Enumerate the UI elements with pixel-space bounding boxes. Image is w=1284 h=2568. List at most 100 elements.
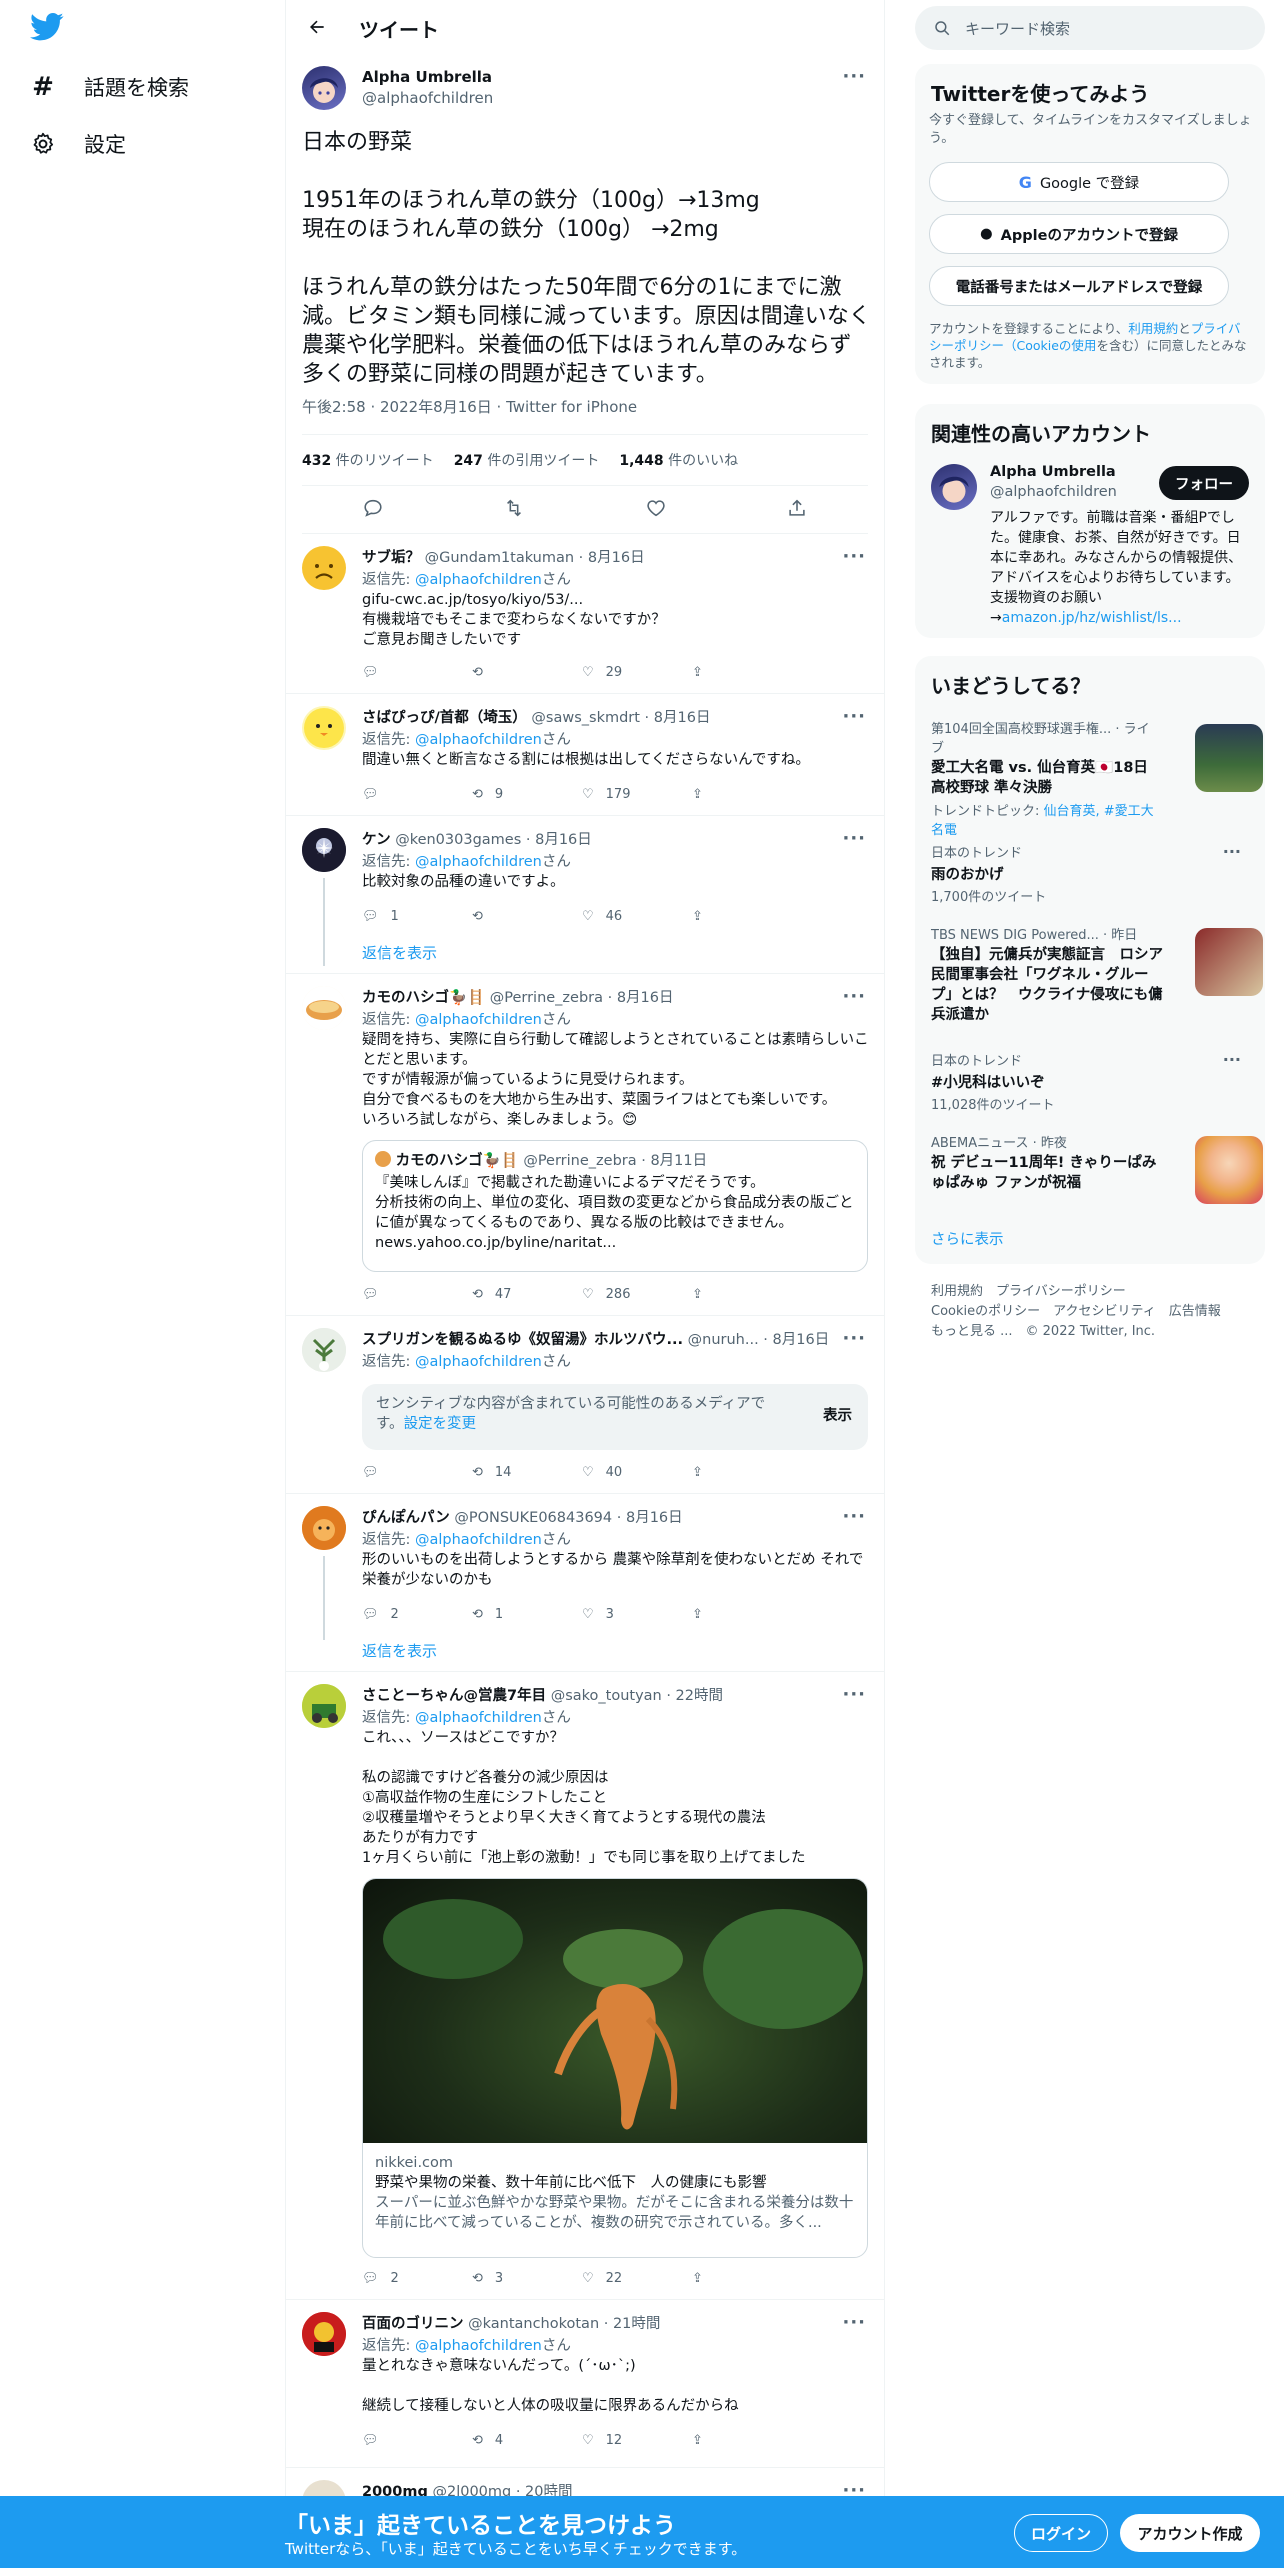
- retweet-button[interactable]: ⟲ 9: [472, 787, 582, 802]
- show-replies-link[interactable]: 返信を表示: [362, 1640, 437, 1661]
- reply-tweet[interactable]: ぴんぽんパン @PONSUKE06843694 · 8月16日 ··· 返信先:…: [286, 1494, 884, 1672]
- tweet-meta[interactable]: 午後2:58 · 2022年8月16日 · Twitter for iPhone: [302, 396, 637, 417]
- trend-item[interactable]: 日本のトレンド #小児科はいいぞ 11,028件のツイート ···: [931, 1050, 1251, 1113]
- trend-item[interactable]: ABEMAニュース · 昨夜 祝 デビュー11周年! きゃりーぱみゅぱみゅ ファ…: [931, 1132, 1263, 1204]
- footer-line[interactable]: 利用規約 プライバシーポリシー: [931, 1282, 1251, 1302]
- reply-handle[interactable]: @saws_skmdrt · 8月16日: [531, 710, 710, 726]
- share-button[interactable]: ⇪: [692, 665, 802, 680]
- avatar[interactable]: [302, 1506, 346, 1550]
- reply-author-name[interactable]: ぴんぽんパン: [362, 1510, 450, 1526]
- search-bar[interactable]: キーワード検索: [915, 6, 1265, 50]
- reply-tweet[interactable]: さばぴっぴ/首都（埼玉） @saws_skmdrt · 8月16日 ··· 返信…: [286, 694, 884, 816]
- reply-to-user[interactable]: @alphaofchildren: [415, 2338, 542, 2354]
- retweet-button[interactable]: ⟲: [472, 665, 582, 680]
- like-button[interactable]: ♡ 3: [582, 1607, 692, 1622]
- nav-settings[interactable]: 設定: [30, 122, 126, 166]
- heart-icon[interactable]: [645, 497, 667, 523]
- avatar[interactable]: [302, 1684, 346, 1728]
- share-button[interactable]: ⇪: [692, 909, 802, 924]
- change-settings-link[interactable]: 設定を変更: [404, 1416, 477, 1432]
- phone-signup-button[interactable]: 電話番号またはメールアドレスで登録: [929, 266, 1229, 306]
- reply-link[interactable]: gifu-cwc.ac.jp/tosyo/kiyo/53/...: [362, 590, 872, 610]
- like-button[interactable]: ♡ 46: [582, 909, 692, 924]
- reply-to-user[interactable]: @alphaofchildren: [415, 1012, 542, 1028]
- retweet-button[interactable]: ⟲ 47: [472, 1287, 582, 1302]
- retweet-button[interactable]: ⟲ 1: [472, 1607, 582, 1622]
- share-button[interactable]: ⇪: [692, 1607, 802, 1622]
- more-icon[interactable]: ···: [842, 2312, 866, 2333]
- avatar[interactable]: [302, 986, 346, 1030]
- retweet-button[interactable]: ⟲ 4: [472, 2433, 582, 2448]
- avatar[interactable]: [931, 464, 977, 510]
- twitter-logo-icon[interactable]: [30, 12, 64, 46]
- reply-tweet[interactable]: さことーちゃん@営農7年目 @sako_toutyan · 22時間 ··· 返…: [286, 1672, 884, 2300]
- retweet-button[interactable]: ⟲: [472, 909, 582, 924]
- reply-handle[interactable]: @kantanchokotan · 21時間: [468, 2316, 660, 2332]
- avatar[interactable]: [302, 66, 346, 110]
- more-icon[interactable]: ···: [842, 1684, 866, 1705]
- like-button[interactable]: ♡ 179: [582, 787, 692, 802]
- quote-stat[interactable]: 247 件の引用ツイート: [454, 450, 600, 470]
- avatar[interactable]: [302, 2312, 346, 2356]
- reply-author-name[interactable]: ケン: [362, 832, 391, 848]
- account-bio-link[interactable]: amazon.jp/hz/wishlist/ls...: [1002, 610, 1182, 626]
- reply-button[interactable]: 💬︎: [362, 787, 472, 802]
- retweet-icon[interactable]: [503, 497, 525, 523]
- show-media-button[interactable]: 表示: [823, 1406, 852, 1426]
- like-button[interactable]: ♡ 12: [582, 2433, 692, 2448]
- show-replies-link[interactable]: 返信を表示: [362, 942, 437, 963]
- trend-item[interactable]: TBS NEWS DIG Powered... · 昨日 【独自】元傭兵が実態証…: [931, 924, 1263, 1025]
- reply-author-name[interactable]: サブ垢？: [362, 550, 420, 566]
- trend-item[interactable]: 第104回全国高校野球選手権... · ライブ 愛工大名電 vs. 仙台育英🇯🇵…: [931, 718, 1263, 838]
- more-icon[interactable]: ···: [842, 828, 866, 849]
- reply-author-name[interactable]: さことーちゃん@営農7年目: [362, 1688, 546, 1704]
- link-card[interactable]: nikkei.com 野菜や果物の栄養、数十年前に比べ低下 人の健康にも影響 ス…: [362, 1878, 868, 2258]
- like-button[interactable]: ♡ 22: [582, 2271, 692, 2286]
- avatar[interactable]: [302, 828, 346, 872]
- footer-line[interactable]: Cookieのポリシー アクセシビリティ 広告情報: [931, 1302, 1251, 1322]
- reply-author-name[interactable]: さばぴっぴ/首都（埼玉）: [362, 710, 527, 726]
- reply-to-user[interactable]: @alphaofchildren: [415, 854, 542, 870]
- more-icon[interactable]: ···: [842, 546, 866, 567]
- login-button[interactable]: ログイン: [1014, 2514, 1108, 2552]
- share-button[interactable]: ⇪: [692, 2271, 802, 2286]
- reply-handle[interactable]: @Gundam1takuman · 8月16日: [425, 550, 645, 566]
- reply-tweet[interactable]: ケン @ken0303games · 8月16日 ··· 返信先: @alpha…: [286, 816, 884, 974]
- reply-to-user[interactable]: @alphaofchildren: [415, 1710, 542, 1726]
- reply-tweet[interactable]: 百面のゴリニン @kantanchokotan · 21時間 ··· 返信先: …: [286, 2300, 884, 2468]
- reply-handle[interactable]: @Perrine_zebra · 8月16日: [490, 990, 674, 1006]
- nav-explore[interactable]: # 話題を検索: [30, 65, 189, 109]
- reply-button[interactable]: 💬︎ 1: [362, 909, 472, 924]
- reply-to-user[interactable]: @alphaofchildren: [415, 572, 542, 588]
- reply-icon[interactable]: [362, 497, 384, 523]
- footer-line[interactable]: もっと見る ... © 2022 Twitter, Inc.: [931, 1322, 1251, 1342]
- reply-author-name[interactable]: 百面のゴリニン: [362, 2316, 464, 2332]
- reply-tweet[interactable]: カモのハシゴ🦆🪜 @Perrine_zebra · 8月16日 ··· 返信先:…: [286, 974, 884, 1316]
- google-signup-button[interactable]: G Google で登録: [929, 162, 1229, 202]
- like-button[interactable]: ♡ 286: [582, 1287, 692, 1302]
- reply-to-user[interactable]: @alphaofchildren: [415, 732, 542, 748]
- reply-button[interactable]: 💬︎: [362, 1465, 472, 1480]
- reply-author-name[interactable]: カモのハシゴ🦆🪜: [362, 990, 485, 1006]
- quote-tweet[interactable]: カモのハシゴ🦆🪜 @Perrine_zebra · 8月11日 『美味しんぼ』で…: [362, 1140, 868, 1272]
- follow-button[interactable]: フォロー: [1159, 466, 1249, 500]
- signup-button[interactable]: アカウント作成: [1120, 2514, 1260, 2552]
- share-button[interactable]: ⇪: [692, 787, 802, 802]
- account-handle[interactable]: @alphaofchildren: [990, 484, 1117, 500]
- author-handle[interactable]: @alphaofchildren: [362, 89, 493, 107]
- like-stat[interactable]: 1,448 件のいいね: [619, 450, 738, 470]
- reply-button[interactable]: 💬︎: [362, 2433, 472, 2448]
- reply-to-user[interactable]: @alphaofchildren: [415, 1532, 542, 1548]
- reply-button[interactable]: 💬︎: [362, 665, 472, 680]
- search-input[interactable]: キーワード検索: [965, 18, 1070, 39]
- share-button[interactable]: ⇪: [692, 1465, 802, 1480]
- reply-handle[interactable]: @sako_toutyan · 22時間: [551, 1688, 723, 1704]
- like-button[interactable]: ♡ 40: [582, 1465, 692, 1480]
- more-icon[interactable]: ···: [1223, 842, 1241, 861]
- author-name[interactable]: Alpha Umbrella: [362, 68, 492, 86]
- reply-tweet[interactable]: スプリガンを観るぬるゆ《奴留湯》ホルツバウ... @nuruh... · 8月1…: [286, 1316, 884, 1494]
- reply-handle[interactable]: @nuruh... · 8月16日: [688, 1332, 830, 1348]
- avatar[interactable]: [302, 706, 346, 750]
- more-icon[interactable]: ···: [842, 1506, 866, 1527]
- retweet-stat[interactable]: 432 件のリツイート: [302, 450, 434, 470]
